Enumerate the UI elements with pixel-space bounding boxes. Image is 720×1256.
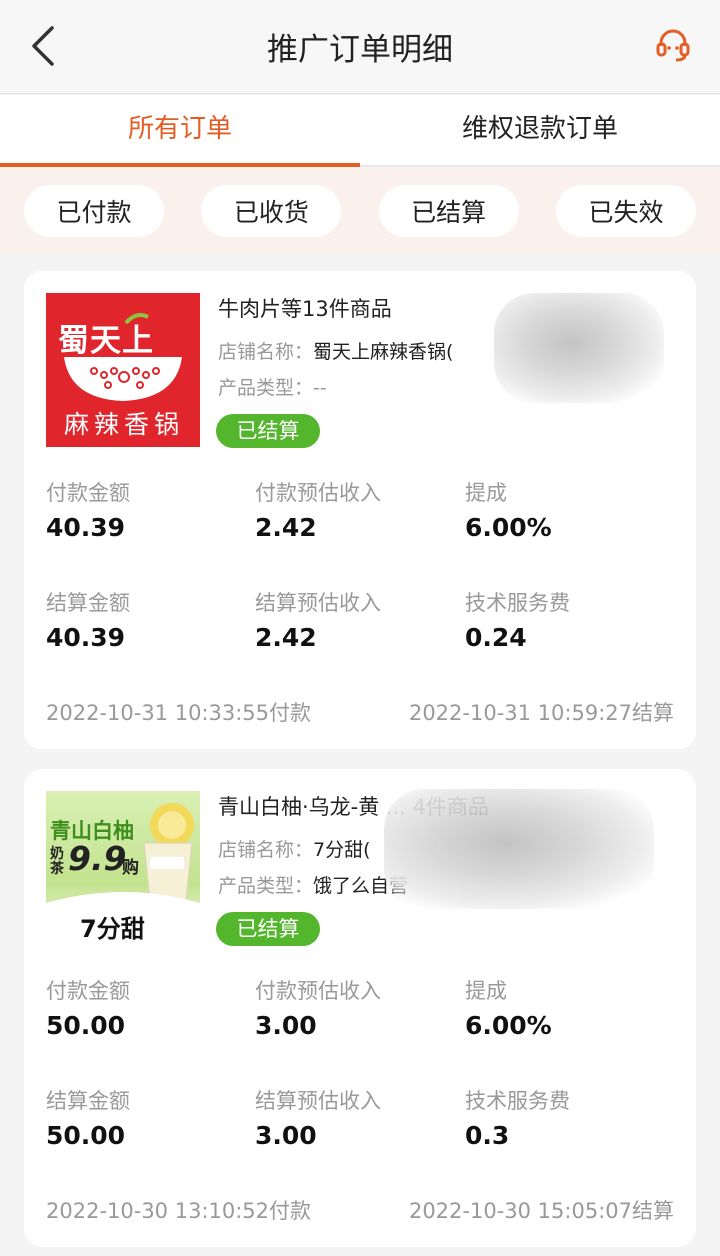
status-badge: 已结算 [216,414,320,448]
settle-amount-value: 50.00 [46,1121,126,1150]
shop-name-row: 店铺名称：7分甜( [218,835,371,862]
pay-est-income-stat: 付款预估收入 2.42 [255,477,455,542]
shop-name-label: 店铺名称： [218,839,314,861]
pay-amount-label: 付款金额 [46,979,130,1003]
pay-amount-label: 付款金额 [46,481,130,505]
status-filter-bar: 已付款 已收货 已结算 已失效 [0,168,720,254]
pay-amount-stat: 付款金额 50.00 [46,975,246,1040]
page-title: 推广订单明细 [267,32,453,68]
product-type-row: 产品类型：-- [218,373,327,400]
order-tabs: 所有订单 维权退款订单 [0,95,720,167]
settle-est-income-value: 3.00 [255,1121,317,1150]
settle-est-income-stat: 结算预估收入 2.42 [255,587,455,652]
settle-amount-stat: 结算金额 40.39 [46,587,246,652]
promo-buy-text: 购 [122,858,139,878]
product-type-label: 产品类型： [218,875,314,897]
settle-time: 2022-10-31 10:59:27结算 [408,701,674,725]
shop-name-value: 7分甜( [313,839,371,861]
nav-bar: 推广订单明细 [0,0,720,94]
order-card[interactable]: 蜀天上 麻辣香锅 牛肉片等13件商品 店铺名称：蜀天上麻辣香锅( 产品类型：--… [24,271,696,749]
shop-name-label: 店铺名称： [218,341,314,363]
settle-est-income-label: 结算预估收入 [255,1089,381,1113]
commission-value: 6.00% [465,1011,552,1040]
product-type-row: 产品类型：饿了么自营 [218,871,408,898]
settle-est-income-label: 结算预估收入 [255,591,381,615]
settle-amount-stat: 结算金额 50.00 [46,1085,246,1150]
commission-stat: 提成 6.00% [465,975,665,1040]
settle-time: 2022-10-30 15:05:07结算 [408,1199,674,1223]
order-card[interactable]: 青山白柚 奶茶 9.9 购 7分甜 青山白柚·乌龙-黄 ... 4件商品 店铺名… [24,769,696,1247]
pay-est-income-value: 3.00 [255,1011,317,1040]
status-badge: 已结算 [216,912,320,946]
filter-settled[interactable]: 已结算 [378,185,519,237]
commission-stat: 提成 6.00% [465,477,665,542]
service-fee-label: 技术服务费 [465,1089,570,1113]
product-title: 牛肉片等13件商品 [218,297,392,321]
brand-logo-text: 7分甜 [80,915,145,943]
pay-amount-value: 40.39 [46,513,126,542]
filter-received[interactable]: 已收货 [201,185,342,237]
pay-time: 2022-10-31 10:33:55付款 [46,701,312,725]
shop-name-row: 店铺名称：蜀天上麻辣香锅( [218,337,453,364]
service-fee-stat: 技术服务费 0.3 [465,1085,665,1150]
product-type-label: 产品类型： [218,377,314,399]
pay-est-income-label: 付款预估收入 [255,979,381,1003]
filter-expired[interactable]: 已失效 [555,185,696,237]
pay-est-income-value: 2.42 [255,513,317,542]
commission-label: 提成 [465,979,507,1003]
product-thumbnail: 青山白柚 奶茶 9.9 购 7分甜 [46,791,200,945]
product-thumbnail: 蜀天上 麻辣香锅 [46,293,200,447]
tab-refund-orders[interactable]: 维权退款订单 [360,95,720,165]
headset-icon [656,29,690,62]
pay-est-income-stat: 付款预估收入 3.00 [255,975,455,1040]
commission-label: 提成 [465,481,507,505]
tab-all-orders[interactable]: 所有订单 [0,95,360,167]
service-fee-value: 0.3 [465,1121,510,1150]
customer-service-button[interactable] [654,26,692,64]
settle-amount-label: 结算金额 [46,1089,130,1113]
settle-est-income-stat: 结算预估收入 3.00 [255,1085,455,1150]
promo-price-text: 9.9 [68,839,127,878]
redaction-scribble [384,789,654,909]
shop-logo-subtitle: 麻辣香锅 [64,410,185,439]
settle-est-income-value: 2.42 [255,623,317,652]
settle-amount-value: 40.39 [46,623,126,652]
settle-amount-label: 结算金额 [46,591,130,615]
shop-name-value: 蜀天上麻辣香锅( [313,341,454,363]
product-type-value: -- [313,377,327,399]
service-fee-label: 技术服务费 [465,591,570,615]
pay-amount-stat: 付款金额 40.39 [46,477,246,542]
redaction-scribble [494,293,664,403]
pay-est-income-label: 付款预估收入 [255,481,381,505]
pay-time: 2022-10-30 13:10:52付款 [46,1199,312,1223]
commission-value: 6.00% [465,513,552,542]
service-fee-stat: 技术服务费 0.24 [465,587,665,652]
pay-amount-value: 50.00 [46,1011,126,1040]
service-fee-value: 0.24 [465,623,527,652]
filter-paid[interactable]: 已付款 [24,185,164,237]
shop-logo-title: 蜀天上 [58,323,154,359]
